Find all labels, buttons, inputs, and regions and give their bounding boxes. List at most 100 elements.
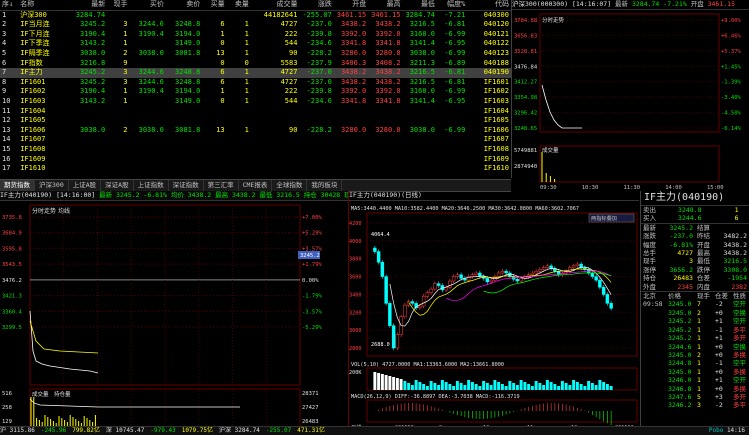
volume-bar bbox=[553, 384, 557, 390]
quote-row[interactable]: 9 IF1602 3190.4 1 3190.4 3194.0 1 1 222 -239.8 339… bbox=[0, 87, 511, 97]
tab-4[interactable]: 上证指数 bbox=[134, 180, 169, 191]
stat-row: 外盘 2345 内盘 2382 bbox=[641, 283, 749, 292]
stat-row: 涨跌 -237.0 昨结 3482.2 bbox=[641, 232, 749, 240]
volume-bar bbox=[530, 386, 534, 390]
tick-cell: 空开 bbox=[732, 317, 746, 326]
ask-row[interactable]: 卖出 3248.8 1 bbox=[641, 206, 749, 214]
quote-row[interactable]: 5 IF隔季连 3038.0 2 3038.0 3081.8 13 1 90 -228.2 3280… bbox=[0, 49, 511, 59]
mini-y-label: 3248.65 bbox=[514, 126, 537, 132]
tab-8[interactable]: 全球指数 bbox=[272, 180, 308, 191]
quote-row[interactable]: 16 IF1609 IF1609 bbox=[0, 155, 511, 165]
mini-open-label: 开盘 bbox=[690, 0, 704, 8]
bid-row[interactable]: 买入 3244.6 6 bbox=[641, 214, 749, 224]
quote-row[interactable]: 6 IF指数 3216.8 9 0 0 5583 -237.9 3406.3 3408.2 3211… bbox=[0, 59, 511, 69]
tab-9[interactable]: 我的板块 bbox=[307, 180, 343, 191]
col-header[interactable]: 买价 bbox=[129, 0, 166, 11]
col-header[interactable]: 最高 bbox=[368, 0, 403, 11]
tick-cell: 空换 bbox=[732, 342, 746, 351]
col-header[interactable]: 序↓ bbox=[0, 0, 19, 11]
quote-row[interactable]: 10 IF1603 3143.2 1 3149.0 0 1 544 -234.6 3341.8 33… bbox=[0, 97, 511, 107]
mini-y-pct: -6.14% bbox=[721, 126, 742, 132]
candle bbox=[425, 292, 430, 297]
col-header[interactable]: 幅度% bbox=[437, 0, 468, 11]
intraday-chart-panel[interactable]: IF主力(040190) [14:16:00] 最新 3245.2 -6.81%… bbox=[0, 191, 349, 435]
quote-row[interactable]: 13 IF1606 3038.0 2 3038.0 3081.8 13 1 90 -228.2 32… bbox=[0, 126, 511, 136]
quote-cell bbox=[368, 135, 402, 145]
index-minute-chart[interactable]: 沪深300(000300) [14:16:07] 最新 3284.74 -7.2… bbox=[512, 0, 749, 191]
tick-cell: +1 bbox=[715, 334, 723, 343]
quote-cell: -255.07 bbox=[302, 10, 332, 19]
quote-cell: -6.99 bbox=[444, 29, 466, 38]
candle bbox=[538, 269, 542, 272]
volume-bar bbox=[467, 380, 471, 390]
quote-cell: 3141.4 bbox=[409, 39, 436, 48]
mini-y-label: 3296.42 bbox=[514, 111, 537, 117]
tab-2[interactable]: 上证A股 bbox=[69, 180, 102, 191]
mini-y-label: 3476.84 bbox=[514, 64, 538, 70]
quote-row[interactable]: 4 IF下季连 3143.2 1 3149.0 0 1 544 -234.6 3341.8 3341… bbox=[0, 39, 511, 49]
tick-cell: 2 bbox=[697, 308, 701, 317]
quote-cell: 1 bbox=[2, 10, 7, 19]
quote-row[interactable]: 1 沪深300 3284.74 44182641 -255.07 3461.15 3461.… bbox=[0, 10, 511, 20]
tab-3[interactable]: 深证A股 bbox=[101, 180, 134, 191]
volume-bar bbox=[463, 385, 467, 390]
quote-cell: IF主力 bbox=[18, 68, 71, 78]
col-header[interactable]: 现手 bbox=[107, 0, 130, 11]
quote-row[interactable]: 8 IF1601 3245.2 3 3244.6 3248.8 6 1 4727 -237.0 34… bbox=[0, 78, 511, 88]
stat-cell: 持仓 bbox=[643, 274, 656, 283]
candle bbox=[500, 270, 505, 274]
tab-7[interactable]: CME报表 bbox=[239, 180, 273, 191]
quote-cell: -234.6 bbox=[306, 39, 332, 48]
quote-cell bbox=[129, 155, 165, 165]
status-item: 沪深 3284.74 bbox=[219, 427, 260, 434]
stat-cell: 2382 bbox=[731, 282, 747, 291]
tab-0[interactable]: 期货指数 bbox=[0, 180, 35, 191]
col-header[interactable]: 最新 bbox=[70, 0, 108, 11]
col-header[interactable]: 成交量 bbox=[250, 0, 300, 11]
col-header[interactable]: 最低 bbox=[402, 0, 438, 11]
quote-cell: 6 bbox=[2, 58, 7, 67]
quote-row[interactable]: 11 IF1604 IF1604 bbox=[0, 107, 511, 117]
quote-row[interactable]: 15 IF1608 IF1608 bbox=[0, 145, 511, 155]
tab-1[interactable]: 沪深300 bbox=[35, 180, 69, 191]
col-header[interactable]: 开盘 bbox=[333, 0, 369, 11]
kline-macd-text: MACD(26,12,9) DIFF:-36.8897 DEA:-3.7038 … bbox=[351, 394, 520, 400]
quote-cell bbox=[251, 145, 300, 155]
quote-cell: -239.8 bbox=[306, 29, 332, 38]
kline-vol-y: 200K bbox=[349, 370, 362, 376]
quote-row[interactable]: 2 IF当月连 3245.2 3 3244.6 3248.8 6 1 4727 -237.0 343… bbox=[0, 20, 511, 30]
quote-cell bbox=[403, 164, 437, 174]
quote-row[interactable]: 17 IF1610 IF1610 bbox=[0, 164, 511, 174]
quote-row[interactable]: 12 IF1605 IF1605 bbox=[0, 116, 511, 126]
stat-row: 幅度 -6.81% 开盘 3438.2 bbox=[641, 241, 749, 249]
quote-row[interactable]: 14 IF1607 IF1607 bbox=[0, 135, 511, 145]
quote-cell: -6.99 bbox=[444, 48, 466, 57]
tab-6[interactable]: 第三汇率 bbox=[204, 180, 239, 191]
mini-latest-label: 最新 bbox=[615, 0, 629, 8]
col-header[interactable]: 代码 bbox=[467, 0, 511, 11]
quote-cell: 8 bbox=[2, 77, 7, 86]
quote-cell: 3245.2 bbox=[79, 77, 106, 86]
col-header[interactable]: 名称 bbox=[18, 0, 71, 11]
quote-cell bbox=[368, 107, 402, 117]
quote-cell bbox=[129, 97, 165, 107]
volume-bar bbox=[497, 382, 501, 390]
intraday-y-left: 3476.2 bbox=[2, 278, 22, 284]
col-header[interactable]: 卖量 bbox=[226, 0, 251, 11]
mini-price-line bbox=[541, 84, 582, 129]
col-header[interactable]: 涨跌 bbox=[299, 0, 334, 11]
quote-cell: 5583 bbox=[280, 58, 298, 67]
col-header[interactable]: 卖价 bbox=[165, 0, 203, 11]
quote-row[interactable]: 3 IF下月连 3190.4 1 3190.4 3194.0 1 1 222 -239.8 3392… bbox=[0, 30, 511, 40]
quote-cell: 3438.2 bbox=[375, 20, 401, 29]
quote-cell: 14 bbox=[2, 135, 11, 144]
quote-cell: 3245.2 bbox=[70, 68, 108, 78]
quote-cell: 3438.2 bbox=[375, 77, 401, 86]
quote-cell: 0 bbox=[220, 96, 225, 105]
col-header[interactable]: 买量 bbox=[202, 0, 227, 11]
quote-row[interactable]: 7 IF主力 3245.2 3 3244.6 3248.8 6 1 4727 -237.0 3438… bbox=[0, 68, 511, 78]
tab-5[interactable]: 深证指数 bbox=[169, 180, 204, 191]
quote-cell bbox=[227, 155, 251, 165]
kline-chart-panel[interactable]: IF主力(040190)(日线) MA5:3440.4400 MA10:3582… bbox=[349, 191, 639, 431]
quote-cell bbox=[403, 145, 437, 155]
